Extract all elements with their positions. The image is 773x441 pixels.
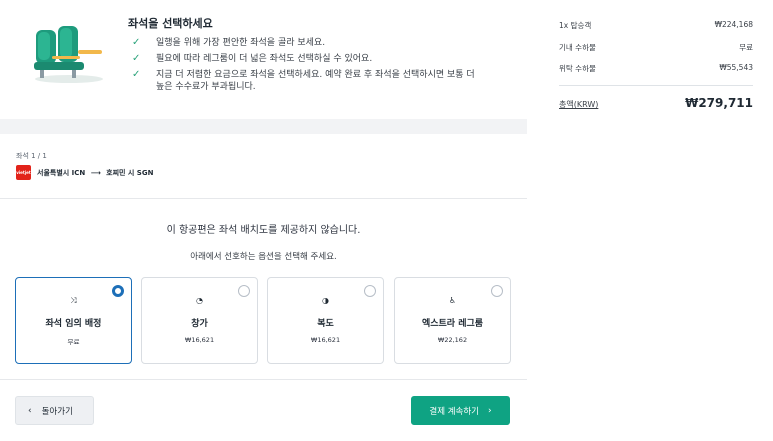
check-icon: ✓: [132, 69, 141, 80]
option-price: 무료: [67, 338, 80, 346]
seat-selection-card: 좌석 1 / 1 vietjet 서울특별시 ICN ⟶ 호찌민 시 SGN 이…: [0, 134, 527, 441]
intro-bullet-text: 일행을 위해 가장 편안한 좌석을 골라 보세요.: [156, 38, 326, 48]
continue-to-payment-button[interactable]: 결제 계속하기 ›: [411, 396, 510, 425]
continue-button-label: 결제 계속하기: [429, 406, 479, 417]
total-label-link[interactable]: 총액(KRW): [559, 99, 598, 110]
divider: [559, 85, 753, 86]
seat-option-extra-legroom[interactable]: ♿ 엑스트라 레그룸 ₩22,162: [394, 277, 511, 364]
chevron-left-icon: ‹: [28, 405, 32, 416]
aisle-seat-icon: ◑: [322, 296, 329, 305]
seat-option-window[interactable]: ◔ 창가 ₩16,621: [141, 277, 258, 364]
option-name: 좌석 임의 배정: [45, 319, 102, 329]
intro-bullet-text: 높은 수수료가 부과됩니다.: [156, 82, 256, 92]
summary-value: ₩55,543: [719, 63, 753, 72]
airplane-seats-illustration: [34, 26, 103, 83]
total-price: ₩279,711: [685, 96, 753, 110]
seat-option-aisle[interactable]: ◑ 복도 ₩16,621: [267, 277, 384, 364]
option-name: 엑스트라 레그룸: [421, 319, 484, 329]
intro-bullet-text: 지금 더 저렴한 요금으로 좌석을 선택하세요. 예약 완료 후 좌석을 선택하…: [156, 70, 475, 80]
segment-counter: 좌석 1 / 1: [16, 152, 47, 160]
summary-value: 무료: [739, 43, 753, 52]
seat-intro-card: 좌석을 선택하세요 ✓ 일행을 위해 가장 편안한 좌석을 골라 보세요. ✓ …: [0, 0, 527, 119]
route-destination: 호찌민 시 SGN: [106, 169, 154, 177]
divider: [0, 379, 527, 380]
summary-value: ₩224,168: [714, 20, 753, 29]
option-name: 창가: [191, 319, 208, 329]
route-origin: 서울특별시 ICN: [37, 169, 86, 177]
seat-option-random[interactable]: ⤨ 좌석 임의 배정 무료: [15, 277, 132, 364]
summary-row-checked-bag: 위탁 수하물 ₩55,543: [559, 63, 753, 74]
check-icon: ✓: [132, 53, 141, 64]
price-summary-panel: 1x 탑승객 ₩224,168 기내 수하물 무료 위탁 수하물 ₩55,543…: [527, 0, 773, 441]
option-price: ₩16,621: [310, 336, 341, 344]
intro-bullet-text: 필요에 따라 레그룸이 더 넓은 좌석도 선택하실 수 있어요.: [156, 54, 373, 64]
summary-row-cabin-bag: 기내 수하물 무료: [559, 42, 753, 53]
window-seat-icon: ◔: [196, 296, 203, 305]
shuffle-icon: ⤨: [70, 296, 77, 305]
check-icon: ✓: [132, 37, 141, 48]
legroom-icon: ♿: [448, 296, 457, 305]
option-price: ₩22,162: [437, 336, 468, 344]
chevron-right-icon: ›: [488, 405, 492, 416]
flight-route: 서울특별시 ICN ⟶ 호찌민 시 SGN: [37, 168, 153, 178]
back-button-label: 돌아가기: [41, 406, 73, 417]
option-price: ₩16,621: [184, 336, 215, 344]
seatmap-unavailable-message: 이 항공편은 좌석 배치도를 제공하지 않습니다.: [166, 225, 361, 236]
summary-label: 1x 탑승객: [559, 21, 592, 30]
summary-label: 기내 수하물: [559, 43, 596, 52]
main-panel: 좌석을 선택하세요 ✓ 일행을 위해 가장 편안한 좌석을 골라 보세요. ✓ …: [0, 0, 527, 441]
choose-option-message: 아래에서 선호하는 옵션을 선택해 주세요.: [190, 252, 337, 262]
back-button[interactable]: ‹ 돌아가기: [15, 396, 94, 425]
divider: [0, 198, 527, 199]
seat-intro-title: 좌석을 선택하세요: [128, 17, 213, 30]
summary-row-passenger: 1x 탑승객 ₩224,168: [559, 20, 753, 31]
summary-label: 위탁 수하물: [559, 64, 596, 73]
option-name: 복도: [317, 319, 334, 329]
arrow-right-icon: ⟶: [90, 169, 101, 177]
airline-logo: vietjet: [16, 165, 31, 180]
